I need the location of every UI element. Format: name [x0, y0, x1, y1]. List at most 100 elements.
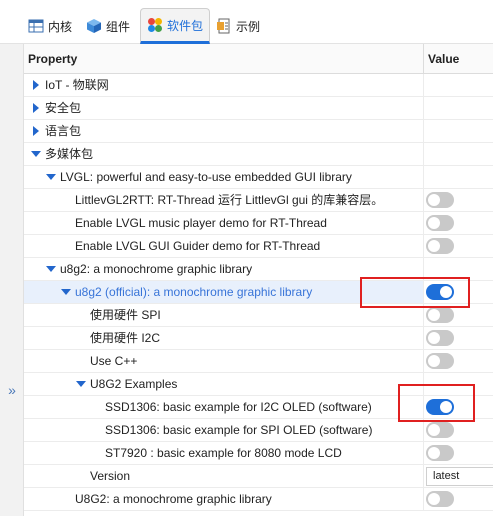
tab-packages[interactable]: 软件包 — [140, 8, 211, 44]
grid-row[interactable]: 使用硬件 I2C — [24, 327, 493, 350]
grid-header: Property Value — [24, 44, 493, 74]
toggle-switch[interactable] — [426, 330, 454, 346]
tab-components-label: 组件 — [106, 19, 131, 34]
tab-components[interactable]: 组件 — [80, 8, 136, 44]
property-label: 安全包 — [45, 101, 82, 115]
property-label: Version — [90, 469, 131, 483]
grid-row[interactable]: u8g2: a monochrome graphic library — [24, 258, 493, 281]
value-cell — [424, 304, 493, 326]
toggle-switch[interactable] — [426, 215, 454, 231]
property-cell: U8G2 Examples — [24, 373, 424, 395]
toggle-switch[interactable] — [426, 445, 454, 461]
grid-row[interactable]: U8G2: a monochrome graphic library — [24, 488, 493, 511]
property-label: ST7920 : basic example for 8080 mode LCD — [105, 446, 342, 460]
value-cell — [424, 120, 493, 142]
value-cell — [424, 212, 493, 234]
property-label: IoT - 物联网 — [45, 78, 109, 92]
expand-arrow-icon[interactable] — [30, 120, 42, 142]
value-cell — [424, 258, 493, 280]
collapse-arrow-icon[interactable] — [60, 281, 72, 303]
column-header-property[interactable]: Property — [24, 44, 424, 74]
property-label: LittlevGL2RTT: RT-Thread 运行 LittlevGl gu… — [75, 193, 384, 207]
property-grid: Property Value IoT - 物联网 安全包语言包多媒体包 LVGL: … — [24, 44, 493, 516]
toggle-switch[interactable] — [426, 399, 454, 415]
property-cell: 使用硬件 SPI — [24, 304, 424, 326]
toggle-switch[interactable] — [426, 422, 454, 438]
grid-row[interactable]: ST7920 : basic example for 8080 mode LCD — [24, 442, 493, 465]
grid-icon — [28, 18, 44, 34]
value-cell — [424, 281, 493, 303]
grid-row[interactable]: 安全包 — [24, 97, 493, 120]
property-cell: 安全包 — [24, 97, 424, 119]
collapse-arrow-icon[interactable] — [75, 373, 87, 395]
value-cell: latest — [424, 465, 493, 487]
toggle-switch[interactable] — [426, 307, 454, 323]
property-cell: IoT - 物联网 — [24, 74, 424, 96]
property-cell: 多媒体包 — [24, 143, 424, 165]
tab-examples-label: 示例 — [236, 19, 261, 34]
value-cell — [424, 97, 493, 119]
value-cell — [424, 419, 493, 441]
tab-kernel[interactable]: 内核 — [22, 8, 78, 44]
grid-row[interactable]: Version latest — [24, 465, 493, 488]
property-label: Use C++ — [90, 354, 138, 368]
grid-row[interactable]: Enable LVGL music player demo for RT-Thr… — [24, 212, 493, 235]
property-label: u8g2 (official): a monochrome graphic li… — [75, 285, 313, 299]
value-cell — [424, 396, 493, 418]
toggle-switch[interactable] — [426, 238, 454, 254]
property-label: 语言包 — [45, 124, 82, 138]
property-cell: SSD1306: basic example for I2C OLED (sof… — [24, 396, 424, 418]
grid-row[interactable]: U8G2 Examples — [24, 373, 493, 396]
toggle-switch[interactable] — [426, 192, 454, 208]
grid-row[interactable]: 使用硬件 SPI — [24, 304, 493, 327]
property-label: U8G2: a monochrome graphic library — [75, 492, 272, 506]
grid-row[interactable]: LittlevGL2RTT: RT-Thread 运行 LittlevGl gu… — [24, 189, 493, 212]
toggle-switch[interactable] — [426, 284, 454, 300]
grid-row[interactable]: Enable LVGL GUI Guider demo for RT-Threa… — [24, 235, 493, 258]
value-cell — [424, 373, 493, 395]
property-label: 多媒体包 — [45, 147, 94, 161]
tab-bar: 内核 组件 软件包 示例 — [0, 0, 493, 44]
property-label: SSD1306: basic example for SPI OLED (sof… — [105, 423, 373, 437]
property-cell: Enable LVGL GUI Guider demo for RT-Threa… — [24, 235, 424, 257]
property-cell: Enable LVGL music player demo for RT-Thr… — [24, 212, 424, 234]
toggle-switch[interactable] — [426, 491, 454, 507]
grid-row[interactable]: 语言包 — [24, 120, 493, 143]
grid-row[interactable]: 多媒体包 — [24, 143, 493, 166]
property-label: 使用硬件 SPI — [90, 308, 161, 322]
value-cell — [424, 327, 493, 349]
property-label: U8G2 Examples — [90, 377, 178, 391]
packages-icon — [147, 17, 163, 33]
toggle-switch[interactable] — [426, 353, 454, 369]
collapse-arrow-icon[interactable] — [45, 258, 57, 280]
property-cell: SSD1306: basic example for SPI OLED (sof… — [24, 419, 424, 441]
collapse-arrow-icon[interactable] — [30, 143, 42, 165]
grid-row[interactable]: SSD1306: basic example for SPI OLED (sof… — [24, 419, 493, 442]
examples-icon — [216, 18, 232, 34]
version-select[interactable]: latest — [426, 467, 493, 486]
property-label: Enable LVGL music player demo for RT-Thr… — [75, 216, 327, 230]
expand-chevron-icon[interactable]: » — [4, 380, 20, 400]
side-panel-strip: » — [0, 44, 24, 516]
collapse-arrow-icon[interactable] — [45, 166, 57, 188]
tab-examples[interactable]: 示例 — [210, 8, 266, 44]
grid-row[interactable]: u8g2 (official): a monochrome graphic li… — [24, 281, 493, 304]
property-cell: LittlevGL2RTT: RT-Thread 运行 LittlevGl gu… — [24, 189, 424, 211]
property-cell: Version — [24, 465, 424, 487]
property-cell: ST7920 : basic example for 8080 mode LCD — [24, 442, 424, 464]
grid-row[interactable]: IoT - 物联网 — [24, 74, 493, 97]
column-header-value[interactable]: Value — [424, 44, 493, 74]
property-cell: 使用硬件 I2C — [24, 327, 424, 349]
property-cell: u8g2 (official): a monochrome graphic li… — [24, 281, 424, 303]
grid-row[interactable]: SSD1306: basic example for I2C OLED (sof… — [24, 396, 493, 419]
property-cell: 语言包 — [24, 120, 424, 142]
property-cell: u8g2: a monochrome graphic library — [24, 258, 424, 280]
property-cell: LVGL: powerful and easy-to-use embedded … — [24, 166, 424, 188]
expand-arrow-icon[interactable] — [30, 74, 42, 96]
expand-arrow-icon[interactable] — [30, 97, 42, 119]
grid-row[interactable]: Use C++ — [24, 350, 493, 373]
value-cell — [424, 189, 493, 211]
grid-row[interactable]: LVGL: powerful and easy-to-use embedded … — [24, 166, 493, 189]
value-cell — [424, 350, 493, 372]
value-cell — [424, 143, 493, 165]
